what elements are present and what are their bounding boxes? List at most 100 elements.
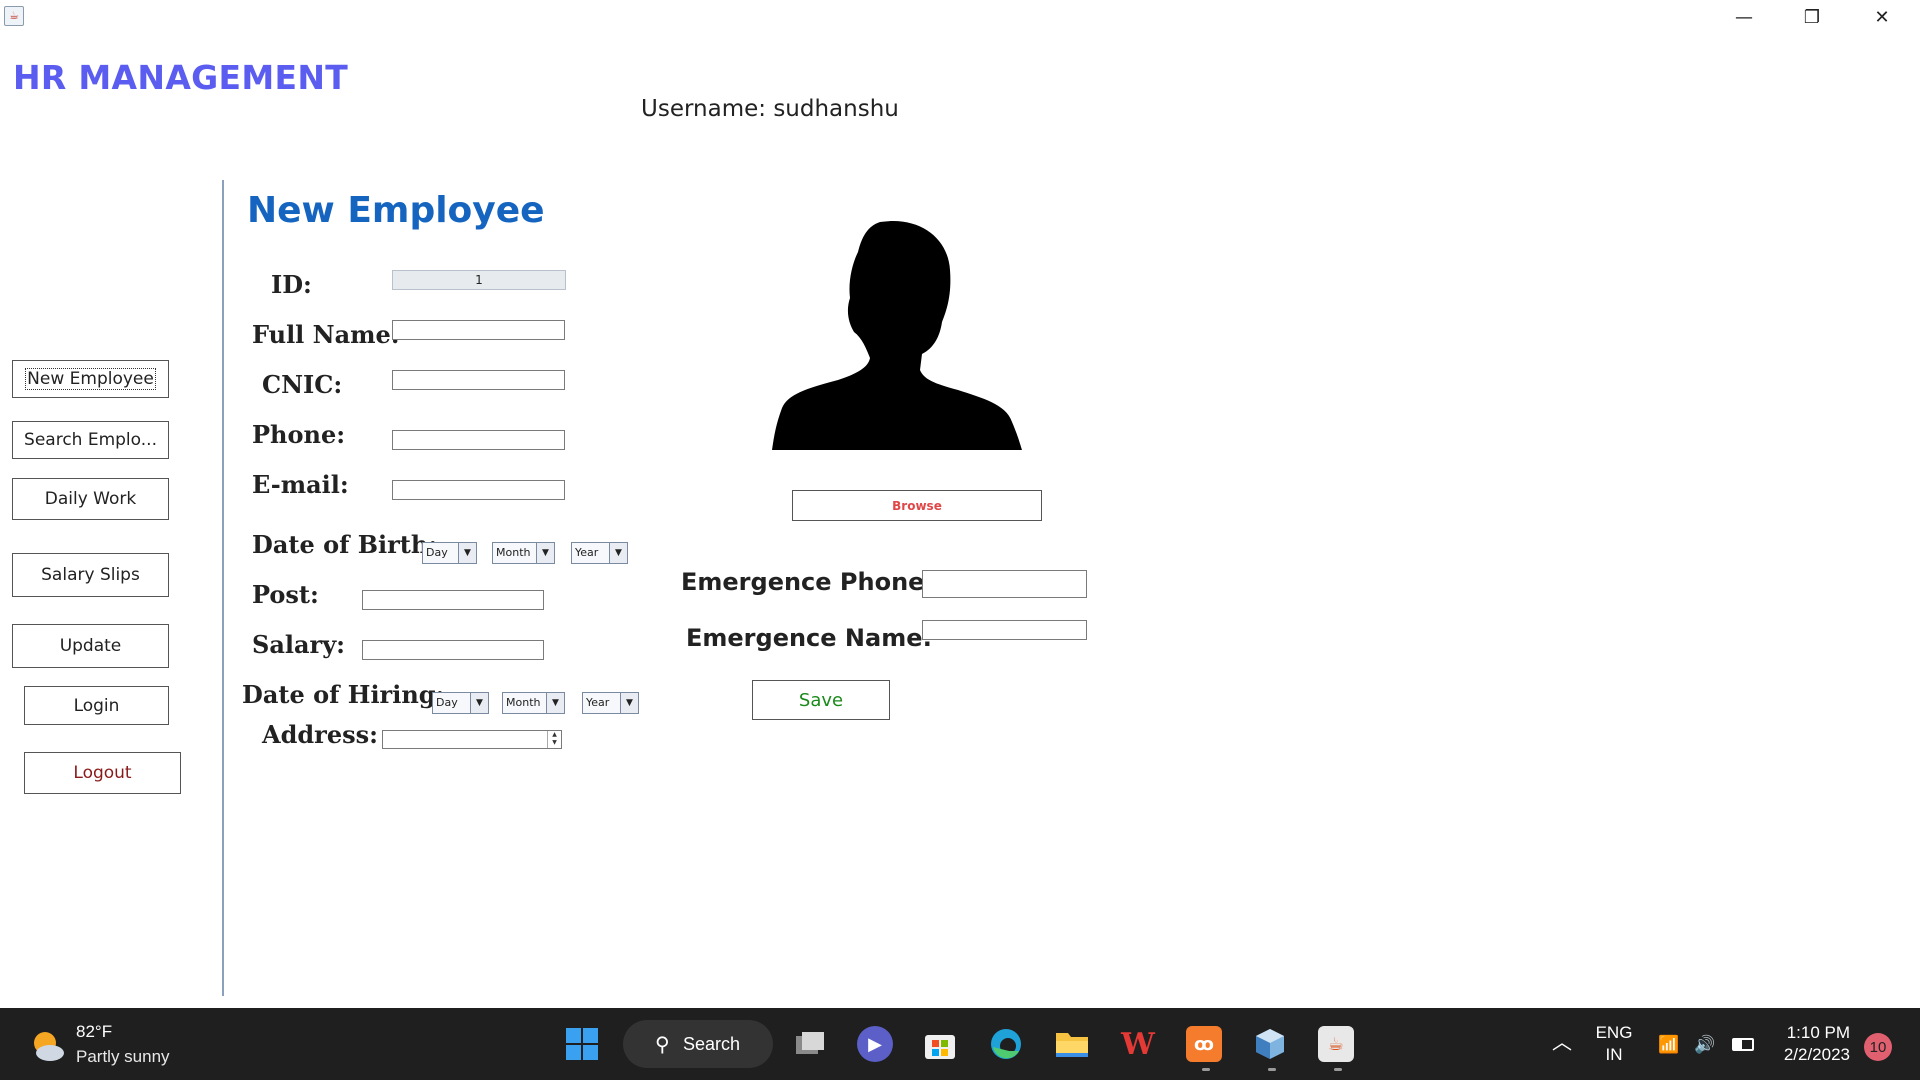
logout-button[interactable]: Logout — [24, 752, 181, 794]
sidebar-divider — [222, 180, 224, 996]
post-field[interactable] — [362, 590, 544, 610]
dob-day-select[interactable]: Day ▼ — [422, 542, 477, 564]
running-indicator — [1334, 1068, 1342, 1071]
sidebar-item-daily-work[interactable]: Daily Work — [12, 478, 169, 520]
phone-field[interactable] — [392, 430, 565, 450]
username-display: Username: sudhanshu — [641, 96, 899, 122]
email-label: E-mail: — [252, 470, 349, 499]
edge-icon[interactable] — [988, 1026, 1024, 1062]
taskbar-search[interactable]: ⚲ Search — [623, 1020, 773, 1068]
running-indicator — [1268, 1068, 1276, 1071]
search-label: Search — [683, 1033, 741, 1054]
emergency-name-field[interactable] — [922, 620, 1087, 640]
chevron-down-icon: ▼ — [536, 543, 554, 563]
post-label: Post: — [252, 580, 319, 609]
chevron-down-icon: ▼ — [620, 693, 638, 713]
app-title: HR MANAGEMENT — [13, 58, 349, 97]
chevron-down-icon: ▼ — [609, 543, 627, 563]
battery-icon[interactable] — [1732, 1038, 1754, 1051]
battery-fill — [1734, 1040, 1742, 1049]
app-window: ☕ — ❐ ✕ HR MANAGEMENT Username: sudhansh… — [0, 0, 1920, 1008]
partly-sunny-icon[interactable] — [30, 1028, 66, 1064]
dob-year-select[interactable]: Year ▼ — [571, 542, 628, 564]
salary-field[interactable] — [362, 640, 544, 660]
sidebar-item-new-employee[interactable]: New Employee — [12, 360, 169, 398]
sidebar-item-label: Salary Slips — [41, 565, 140, 585]
address-field[interactable]: ▲ ▼ — [382, 730, 562, 749]
address-label: Address: — [262, 720, 378, 749]
doh-label: Date of Hiring: — [242, 680, 445, 709]
salary-label: Salary: — [252, 630, 345, 659]
xampp-icon[interactable]: ꝏ — [1186, 1026, 1222, 1062]
doh-month-select[interactable]: Month ▼ — [502, 692, 565, 714]
notification-badge[interactable]: 10 — [1864, 1033, 1892, 1061]
chevron-down-icon: ▼ — [546, 693, 564, 713]
java-icon[interactable]: ☕ — [4, 6, 24, 26]
phone-label: Phone: — [252, 420, 346, 449]
sidebar-item-label: Daily Work — [44, 489, 137, 509]
teams-chat-icon[interactable]: ▶ — [857, 1026, 893, 1062]
page-title: New Employee — [247, 190, 545, 231]
wifi-icon[interactable]: 📶 — [1658, 1034, 1679, 1056]
spinner-icon[interactable]: ▲ ▼ — [547, 731, 561, 748]
language-indicator[interactable]: ENG IN — [1594, 1022, 1634, 1066]
full-name-label: Full Name: — [252, 320, 400, 349]
id-field: 1 — [392, 270, 566, 290]
sidebar-item-label: New Employee — [25, 368, 156, 390]
doh-year-value: Year — [586, 696, 610, 709]
browse-button[interactable]: Browse — [792, 490, 1042, 521]
virtualbox-icon[interactable] — [1252, 1026, 1288, 1062]
dob-label: Date of Birth: — [252, 530, 438, 559]
weather-temperature: 82°F — [76, 1022, 113, 1041]
person-silhouette-icon — [772, 221, 1022, 450]
volume-icon[interactable]: 🔊 — [1694, 1034, 1715, 1056]
sidebar-item-update[interactable]: Update — [12, 624, 169, 668]
dob-month-select[interactable]: Month ▼ — [492, 542, 555, 564]
save-button[interactable]: Save — [752, 680, 890, 720]
show-hidden-icons-icon[interactable]: ︿ — [1552, 1032, 1572, 1054]
full-name-field[interactable] — [392, 320, 565, 340]
task-view-icon[interactable] — [792, 1026, 828, 1062]
restore-icon[interactable]: ❐ — [1778, 0, 1846, 34]
login-button[interactable]: Login — [24, 686, 169, 725]
emergency-phone-label: Emergence Phone: — [681, 568, 935, 596]
username-label: Username: — [641, 96, 766, 122]
wps-office-icon[interactable]: W — [1120, 1026, 1156, 1062]
doh-day-value: Day — [436, 696, 458, 709]
emergency-phone-field[interactable] — [922, 570, 1087, 598]
chevron-down-icon: ▼ — [458, 543, 476, 563]
clock[interactable]: 1:10 PM 2/2/2023 — [1776, 1022, 1850, 1066]
emergency-name-label: Emergence Name: — [686, 624, 933, 652]
cnic-field[interactable] — [392, 370, 565, 390]
weather-description: Partly sunny — [76, 1047, 170, 1066]
region-code: IN — [1605, 1045, 1623, 1064]
dob-day-value: Day — [426, 546, 448, 559]
clock-date: 2/2/2023 — [1783, 1045, 1850, 1064]
dob-month-value: Month — [496, 546, 531, 559]
java-app-icon[interactable]: ☕ — [1318, 1026, 1354, 1062]
sidebar-item-label: Logout — [73, 763, 132, 783]
start-icon[interactable] — [564, 1026, 600, 1062]
running-indicator — [1202, 1068, 1210, 1071]
microsoft-store-icon[interactable] — [922, 1026, 958, 1062]
close-icon[interactable]: ✕ — [1848, 0, 1916, 34]
language-code: ENG — [1595, 1023, 1633, 1042]
dob-year-value: Year — [575, 546, 599, 559]
sidebar-item-search-employee[interactable]: Search Emplo... — [12, 421, 169, 459]
search-icon: ⚲ — [655, 1034, 670, 1056]
sidebar-item-label: Search Emplo... — [24, 430, 157, 450]
doh-day-select[interactable]: Day ▼ — [432, 692, 489, 714]
sidebar-item-label: Login — [73, 695, 120, 716]
clock-time: 1:10 PM — [1786, 1023, 1850, 1042]
id-label: ID: — [271, 270, 312, 299]
email-field[interactable] — [392, 480, 565, 500]
doh-month-value: Month — [506, 696, 541, 709]
cnic-label: CNIC: — [262, 370, 343, 399]
chevron-down-icon: ▼ — [470, 693, 488, 713]
sidebar-item-salary-slips[interactable]: Salary Slips — [12, 553, 169, 597]
doh-year-select[interactable]: Year ▼ — [582, 692, 639, 714]
username-value: sudhanshu — [773, 96, 899, 122]
minimize-icon[interactable]: — — [1710, 0, 1778, 34]
sidebar-item-label: Update — [59, 636, 122, 656]
file-explorer-icon[interactable] — [1054, 1026, 1090, 1062]
